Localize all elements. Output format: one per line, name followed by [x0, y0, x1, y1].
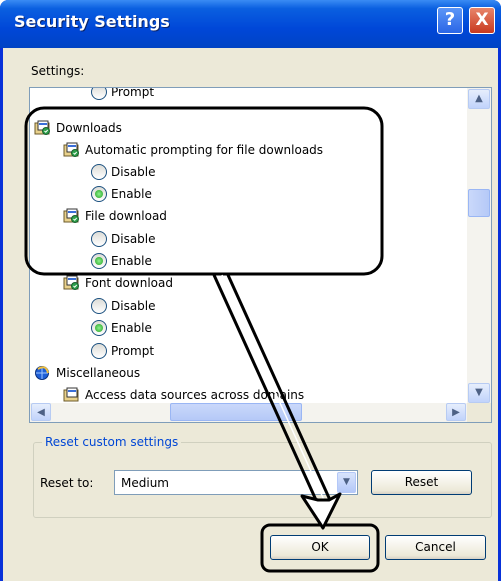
vertical-scrollbar[interactable]: ▲ ▼ [467, 88, 491, 404]
ok-button[interactable]: OK [270, 535, 370, 560]
radio-label: Enable [111, 254, 152, 268]
tree-item-label: Access data sources across domains [85, 388, 305, 402]
radio-button-checked[interactable] [91, 186, 107, 202]
tree-radio-disable[interactable]: Disable [91, 228, 156, 250]
scroll-right-button[interactable]: ▶ [446, 403, 466, 421]
button-label: OK [311, 540, 329, 554]
window-title: Security Settings [14, 12, 170, 31]
tree-item-label: Automatic prompting for file downloads [85, 143, 324, 157]
group-title: Reset custom settings [42, 435, 182, 449]
tree-radio-enable[interactable]: Enable [91, 183, 152, 205]
horizontal-scrollbar[interactable]: ◀ ▶ [30, 403, 467, 422]
tree-radio-prompt[interactable]: Prompt [91, 340, 154, 362]
radio-label: Enable [111, 187, 152, 201]
help-icon: ? [444, 9, 456, 30]
radio-button-checked[interactable] [91, 253, 107, 269]
scrollbar-corner [467, 403, 491, 422]
tree-item-label: Miscellaneous [56, 366, 141, 380]
radio-label: Enable [111, 321, 152, 335]
close-button[interactable]: X [469, 7, 495, 34]
tree-item-label: Downloads [56, 121, 122, 135]
settings-folder-icon [34, 120, 50, 135]
radio-button[interactable] [91, 298, 107, 314]
radio-label: Prompt [111, 88, 155, 99]
radio-label: Prompt [111, 344, 155, 358]
radio-label: Disable [111, 232, 156, 246]
radio-button[interactable] [91, 88, 107, 100]
radio-label: Disable [111, 165, 156, 179]
tree-item-label: File download [85, 209, 167, 223]
help-button[interactable]: ? [437, 7, 463, 34]
scroll-up-button[interactable]: ▲ [468, 89, 490, 109]
title-bar[interactable]: Security Settings ? X [0, 0, 501, 48]
tree-radio-enable[interactable]: Enable [91, 250, 152, 272]
settings-folder-icon [63, 275, 79, 290]
scroll-down-button[interactable]: ▼ [468, 383, 490, 403]
tree-setting-font-download[interactable]: Font download [63, 272, 173, 294]
tree-radio-prompt-partial[interactable]: Prompt [91, 88, 154, 103]
close-icon: X [475, 10, 489, 30]
tree-category-downloads[interactable]: Downloads [34, 117, 122, 139]
settings-folder-icon [63, 208, 79, 223]
scroll-left-button[interactable]: ◀ [31, 403, 51, 421]
horizontal-scroll-thumb[interactable] [170, 403, 302, 421]
radio-label: Disable [111, 299, 156, 313]
select-value: Medium [121, 476, 169, 490]
tree-radio-enable[interactable]: Enable [91, 317, 152, 339]
tree-radio-disable[interactable]: Disable [91, 295, 156, 317]
settings-label: Settings: [31, 64, 85, 78]
radio-button-checked[interactable] [91, 320, 107, 336]
settings-tree[interactable]: Prompt Downloads Automatic prompting for… [29, 87, 492, 423]
ie-globe-icon [35, 366, 49, 380]
tree-setting-access-data-partial[interactable]: Access data sources across domains [63, 384, 304, 404]
tree-item-label: Font download [85, 276, 173, 290]
reset-level-select[interactable]: Medium ▼ [114, 470, 358, 495]
settings-folder-icon [63, 142, 79, 157]
tree-category-miscellaneous[interactable]: Miscellaneous [34, 362, 140, 384]
reset-to-label: Reset to: [40, 476, 94, 490]
radio-button[interactable] [91, 231, 107, 247]
cancel-button[interactable]: Cancel [385, 535, 486, 560]
vertical-scroll-thumb[interactable] [468, 189, 490, 217]
reset-button[interactable]: Reset [371, 470, 472, 495]
tree-radio-disable[interactable]: Disable [91, 161, 156, 183]
tree-setting-auto-prompting[interactable]: Automatic prompting for file downloads [63, 139, 323, 161]
settings-folder-icon [63, 387, 79, 402]
button-label: Cancel [415, 540, 456, 554]
settings-tree-viewport: Prompt Downloads Automatic prompting for… [30, 88, 467, 404]
chevron-down-icon[interactable]: ▼ [337, 472, 356, 493]
button-label: Reset [404, 475, 439, 489]
radio-button[interactable] [91, 343, 107, 359]
radio-button[interactable] [91, 164, 107, 180]
tree-setting-file-download[interactable]: File download [63, 205, 167, 227]
